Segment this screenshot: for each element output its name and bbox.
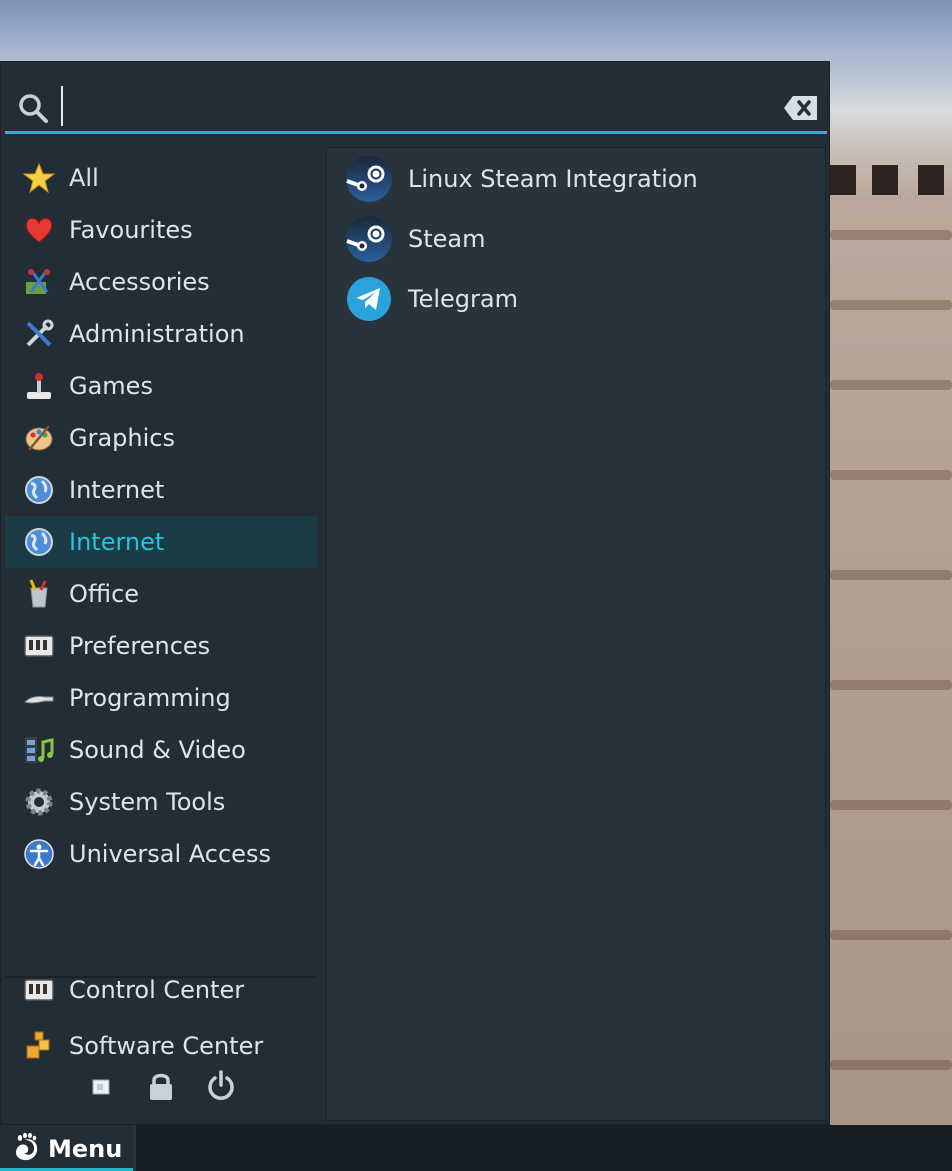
tools-icon: [23, 318, 55, 350]
wallpaper-plank: [830, 800, 952, 810]
gnome-foot-icon: [16, 1132, 38, 1161]
globe-icon: [23, 526, 55, 558]
place-label: Software Center: [69, 1032, 264, 1060]
taskbar-divider: [133, 1125, 136, 1171]
applications-panel: Linux Steam Integration Steam Telegram: [326, 147, 826, 1121]
wallpaper-plank: [830, 470, 952, 480]
app-steam[interactable]: Steam: [341, 211, 811, 267]
accessories-icon: [23, 266, 55, 298]
globe-icon: [23, 474, 55, 506]
category-label: Sound & Video: [69, 736, 246, 764]
search-bar: [5, 72, 827, 134]
search-icon: [19, 94, 48, 123]
category-favourites[interactable]: Favourites: [5, 204, 317, 256]
category-all[interactable]: All: [5, 152, 317, 204]
menu-button[interactable]: Menu: [0, 1125, 133, 1171]
place-control-center[interactable]: Control Center: [5, 964, 317, 1016]
category-label: System Tools: [69, 788, 226, 816]
gear-icon: [23, 786, 55, 818]
software-center-icon: [23, 1030, 55, 1062]
category-games[interactable]: Games: [5, 360, 317, 412]
category-preferences[interactable]: Preferences: [5, 620, 317, 672]
wallpaper-plank: [830, 680, 952, 690]
wallpaper-plank: [830, 930, 952, 940]
category-label: Accessories: [69, 268, 210, 296]
accessibility-icon: [23, 838, 55, 870]
joystick-icon: [23, 370, 55, 402]
category-label: Favourites: [69, 216, 193, 244]
steam-icon: [346, 156, 392, 202]
category-label: Office: [69, 580, 140, 608]
app-label: Linux Steam Integration: [408, 165, 698, 193]
category-label: Administration: [69, 320, 245, 348]
app-telegram[interactable]: Telegram: [341, 271, 811, 327]
palette-icon: [23, 422, 55, 454]
category-programming[interactable]: Programming: [5, 672, 317, 724]
multimedia-icon: [23, 734, 55, 766]
category-label: Preferences: [69, 632, 211, 660]
wallpaper-post: [918, 165, 944, 195]
category-label: Internet: [69, 528, 165, 556]
category-label: Graphics: [69, 424, 175, 452]
place-software-center[interactable]: Software Center: [5, 1020, 317, 1072]
user-icon[interactable]: [85, 1070, 117, 1102]
preferences-icon: [23, 630, 55, 662]
heart-icon: [23, 214, 55, 246]
search-input[interactable]: [61, 86, 761, 126]
wallpaper-plank: [830, 380, 952, 390]
menu-button-label: Menu: [48, 1135, 123, 1163]
wallpaper-post: [872, 165, 898, 195]
category-universal-access[interactable]: Universal Access: [5, 828, 317, 880]
category-sound-video[interactable]: Sound & Video: [5, 724, 317, 776]
wallpaper-plank: [830, 1060, 952, 1070]
category-administration[interactable]: Administration: [5, 308, 317, 360]
application-menu: All Favourites Accessories Administratio…: [0, 61, 830, 1125]
app-label: Steam: [408, 225, 486, 253]
category-office[interactable]: Office: [5, 568, 317, 620]
control-center-icon: [23, 974, 55, 1006]
category-accessories[interactable]: Accessories: [5, 256, 317, 308]
office-icon: [23, 578, 55, 610]
app-linux-steam-integration[interactable]: Linux Steam Integration: [341, 151, 811, 207]
app-label: Telegram: [408, 285, 518, 313]
taskbar: Menu: [0, 1125, 952, 1171]
telegram-icon: [347, 277, 391, 321]
programming-icon: [23, 682, 55, 714]
power-icon[interactable]: [205, 1070, 237, 1102]
lock-icon[interactable]: [145, 1070, 177, 1102]
category-label: Programming: [69, 684, 231, 712]
category-label: All: [69, 164, 99, 192]
wallpaper-plank: [830, 230, 952, 240]
star-icon: [23, 162, 55, 194]
category-label: Universal Access: [69, 840, 271, 868]
steam-icon: [346, 216, 392, 262]
category-internet[interactable]: Internet: [5, 464, 317, 516]
category-label: Internet: [69, 476, 165, 504]
wallpaper-plank: [830, 570, 952, 580]
category-internet-selected[interactable]: Internet: [5, 516, 317, 568]
wallpaper-post: [830, 165, 856, 195]
wallpaper-plank: [830, 300, 952, 310]
category-label: Games: [69, 372, 153, 400]
category-list: All Favourites Accessories Administratio…: [5, 151, 317, 1125]
category-graphics[interactable]: Graphics: [5, 412, 317, 464]
place-label: Control Center: [69, 976, 245, 1004]
clear-search-icon[interactable]: [783, 94, 819, 122]
category-system-tools[interactable]: System Tools: [5, 776, 317, 828]
